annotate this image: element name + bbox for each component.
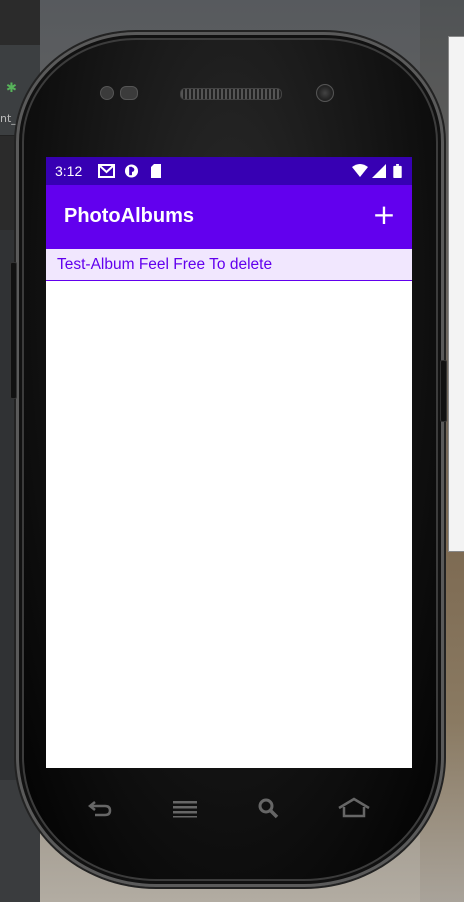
account-icon [124, 164, 139, 178]
bug-icon[interactable]: ✱ [6, 82, 20, 96]
battery-icon [393, 164, 402, 178]
device-screen: 3:12 PhotoAlbums + Test-Album Feel Free … [46, 157, 412, 768]
status-bar: 3:12 [46, 157, 412, 185]
status-time: 3:12 [55, 163, 83, 179]
menu-icon[interactable] [165, 794, 205, 822]
gmail-icon [98, 164, 115, 178]
volume-button[interactable] [10, 262, 17, 399]
sdcard-icon [151, 164, 161, 178]
search-icon[interactable] [249, 794, 289, 822]
power-button[interactable] [440, 360, 447, 422]
ide-tab-label[interactable]: nt_ [0, 112, 17, 125]
front-camera [316, 84, 334, 102]
home-icon[interactable] [334, 794, 374, 822]
add-album-button[interactable]: + [368, 199, 400, 231]
app-title: PhotoAlbums [64, 205, 194, 227]
signal-icon [372, 164, 386, 178]
back-icon[interactable] [80, 794, 120, 822]
wifi-icon [352, 164, 368, 177]
earpiece-speaker [180, 88, 282, 100]
background-window [448, 36, 464, 552]
app-bar: PhotoAlbums + [46, 185, 412, 249]
album-item[interactable]: Test-Album Feel Free To delete [46, 249, 412, 281]
proximity-sensor [100, 86, 114, 100]
light-sensor [120, 86, 138, 100]
album-list: Test-Album Feel Free To delete [46, 249, 412, 281]
